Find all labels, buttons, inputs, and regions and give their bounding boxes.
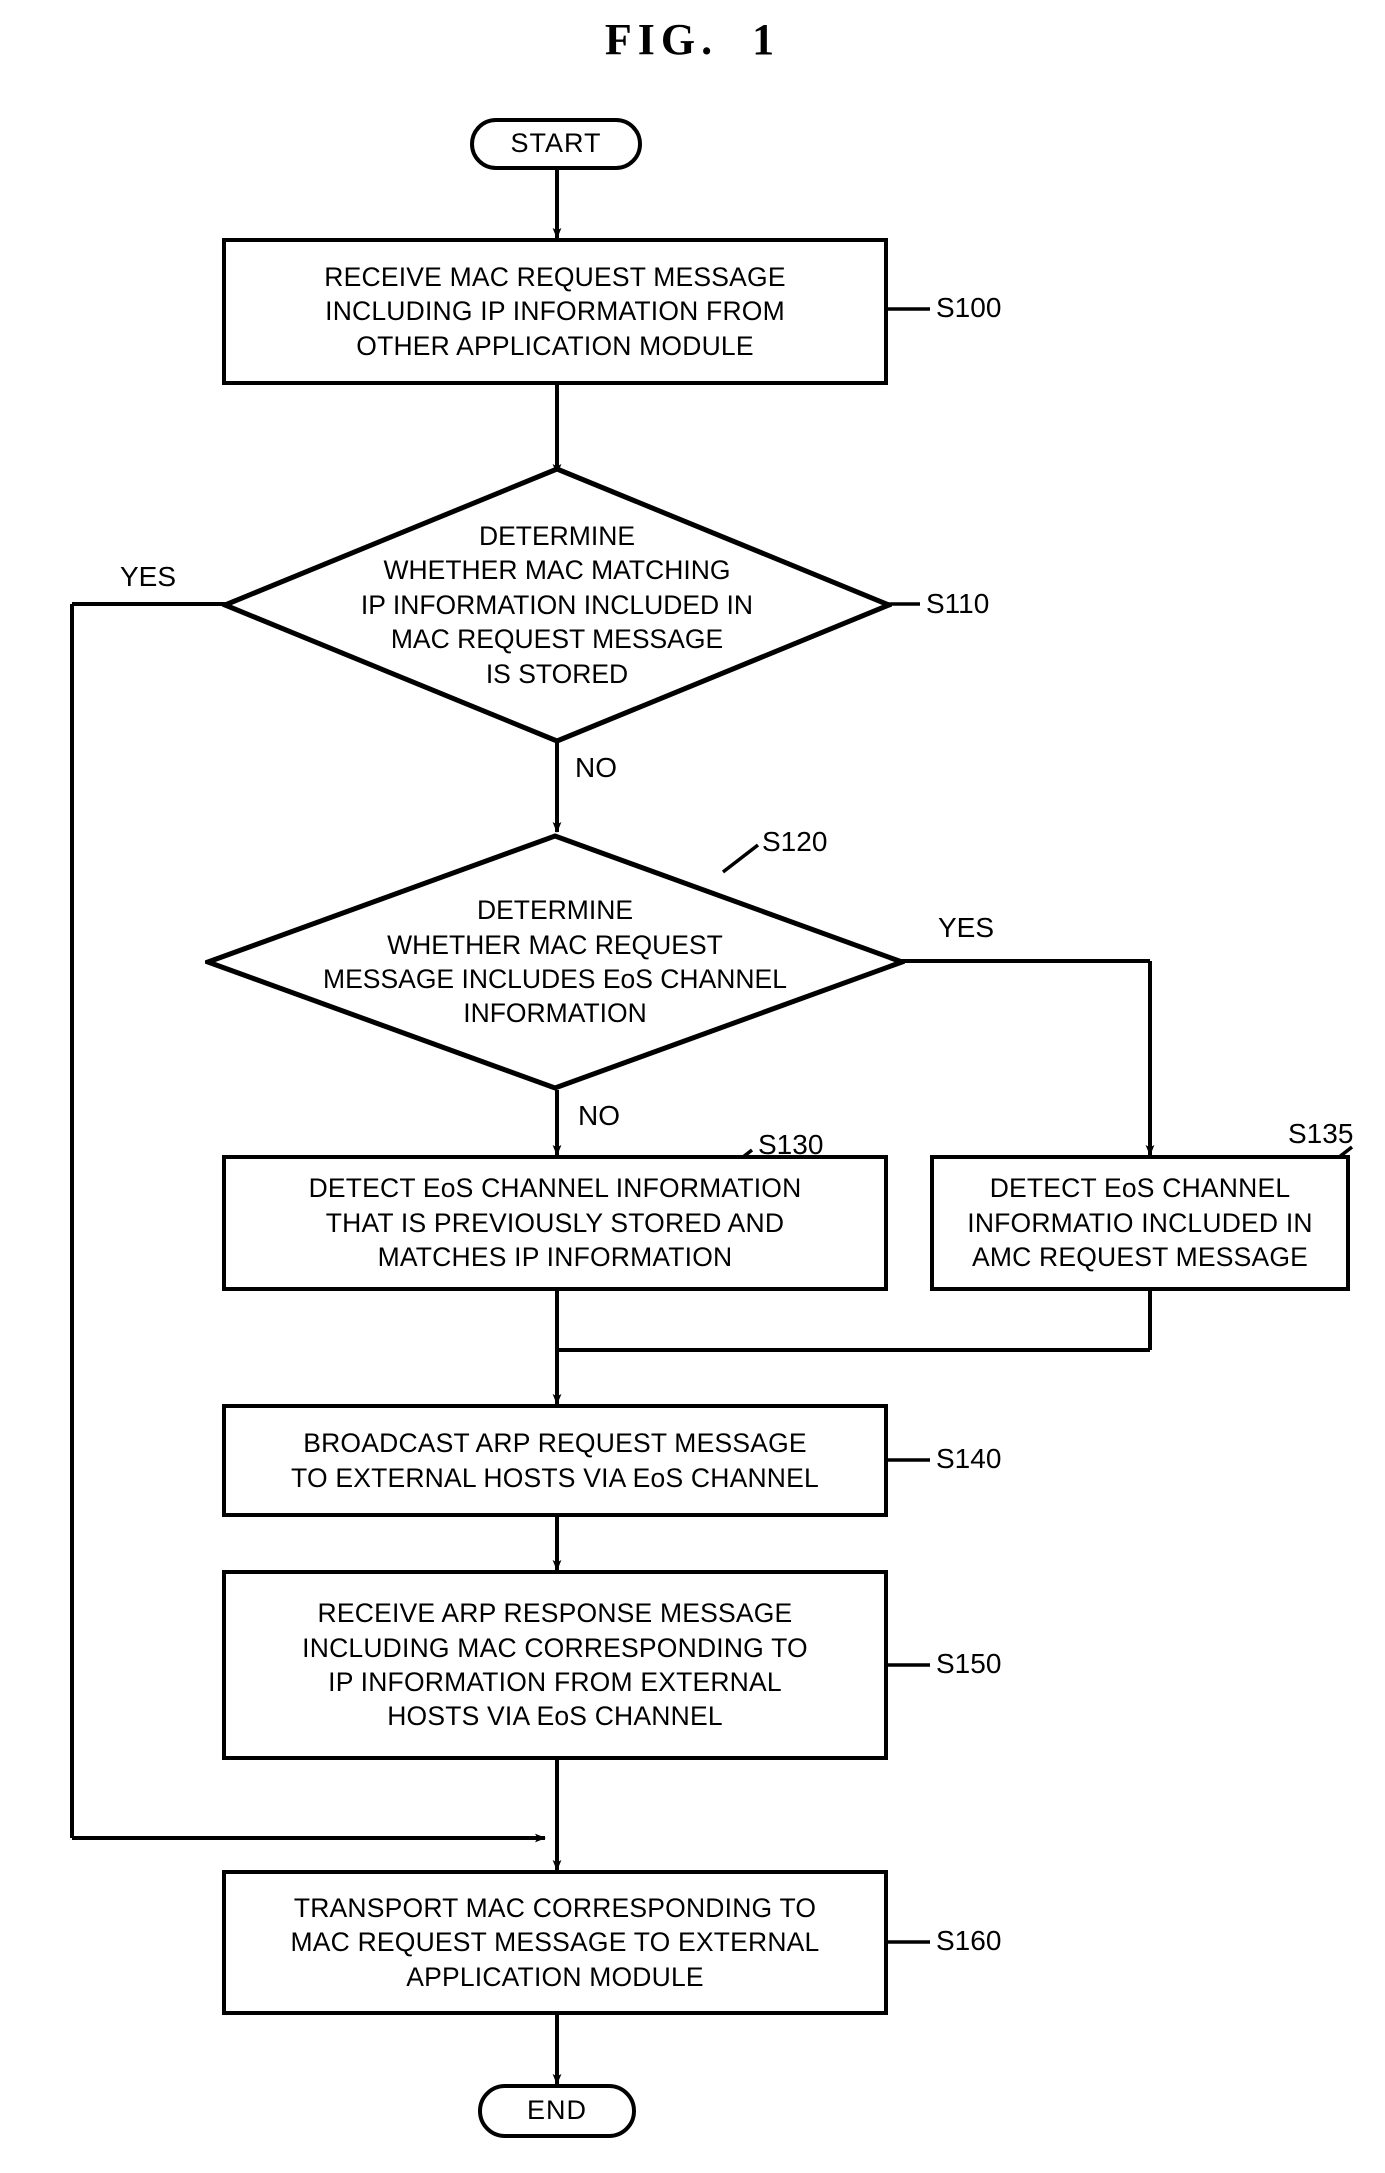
- process-s150-text: RECEIVE ARP RESPONSE MESSAGE INCLUDING M…: [302, 1598, 808, 1732]
- step-label-s150: S150: [936, 1648, 1002, 1679]
- step-label-s110: S110: [926, 588, 990, 619]
- branch-label-s120-yes: YES: [938, 912, 995, 943]
- step-label-s130: S130: [758, 1129, 824, 1160]
- process-s160: TRANSPORT MAC CORRESPONDING TO MAC REQUE…: [222, 1870, 888, 2015]
- branch-label-s110-yes: YES: [120, 561, 177, 592]
- process-s150: RECEIVE ARP RESPONSE MESSAGE INCLUDING M…: [222, 1570, 888, 1760]
- start-terminal-label: START: [510, 128, 602, 159]
- process-s130: DETECT EoS CHANNEL INFORMATION THAT IS P…: [222, 1155, 888, 1291]
- decision-s120-text-wrap: DETERMINE WHETHER MAC REQUEST MESSAGE IN…: [205, 833, 905, 1091]
- step-label-s100: S100: [936, 292, 1002, 323]
- figure-canvas: FIG. 1 START RECEIVE MAC REQUEST MESSAGE…: [0, 0, 1385, 2173]
- process-s135-text: DETECT EoS CHANNEL INFORMATIO INCLUDED I…: [967, 1173, 1313, 1273]
- process-s160-text: TRANSPORT MAC CORRESPONDING TO MAC REQUE…: [290, 1892, 820, 1992]
- process-s140: BROADCAST ARP REQUEST MESSAGE TO EXTERNA…: [222, 1404, 888, 1517]
- figure-title: FIG. 1: [604, 15, 781, 64]
- step-label-s160: S160: [936, 1925, 1002, 1956]
- process-s100-text: RECEIVE MAC REQUEST MESSAGE INCLUDING IP…: [324, 261, 786, 361]
- process-s130-text: DETECT EoS CHANNEL INFORMATION THAT IS P…: [308, 1173, 802, 1273]
- step-label-s140: S140: [936, 1443, 1002, 1474]
- branch-label-s110-no: NO: [575, 752, 617, 783]
- branch-label-s120-no: NO: [578, 1100, 620, 1131]
- end-terminal-label: END: [526, 2095, 587, 2126]
- process-s140-text: BROADCAST ARP REQUEST MESSAGE TO EXTERNA…: [291, 1428, 819, 1493]
- decision-s110-text-wrap: DETERMINE WHETHER MAC MATCHING IP INFORM…: [222, 466, 892, 744]
- process-s135: DETECT EoS CHANNEL INFORMATIO INCLUDED I…: [930, 1155, 1350, 1291]
- decision-s110: DETERMINE WHETHER MAC MATCHING IP INFORM…: [222, 466, 892, 744]
- start-terminal: START: [470, 118, 642, 170]
- step-label-s120: S120: [762, 826, 828, 857]
- decision-s120: DETERMINE WHETHER MAC REQUEST MESSAGE IN…: [205, 833, 905, 1091]
- decision-s120-text: DETERMINE WHETHER MAC REQUEST MESSAGE IN…: [323, 895, 787, 1029]
- step-label-s135: S135: [1288, 1118, 1354, 1149]
- process-s100: RECEIVE MAC REQUEST MESSAGE INCLUDING IP…: [222, 238, 888, 385]
- decision-s110-text: DETERMINE WHETHER MAC MATCHING IP INFORM…: [360, 520, 754, 689]
- end-terminal: END: [478, 2084, 636, 2138]
